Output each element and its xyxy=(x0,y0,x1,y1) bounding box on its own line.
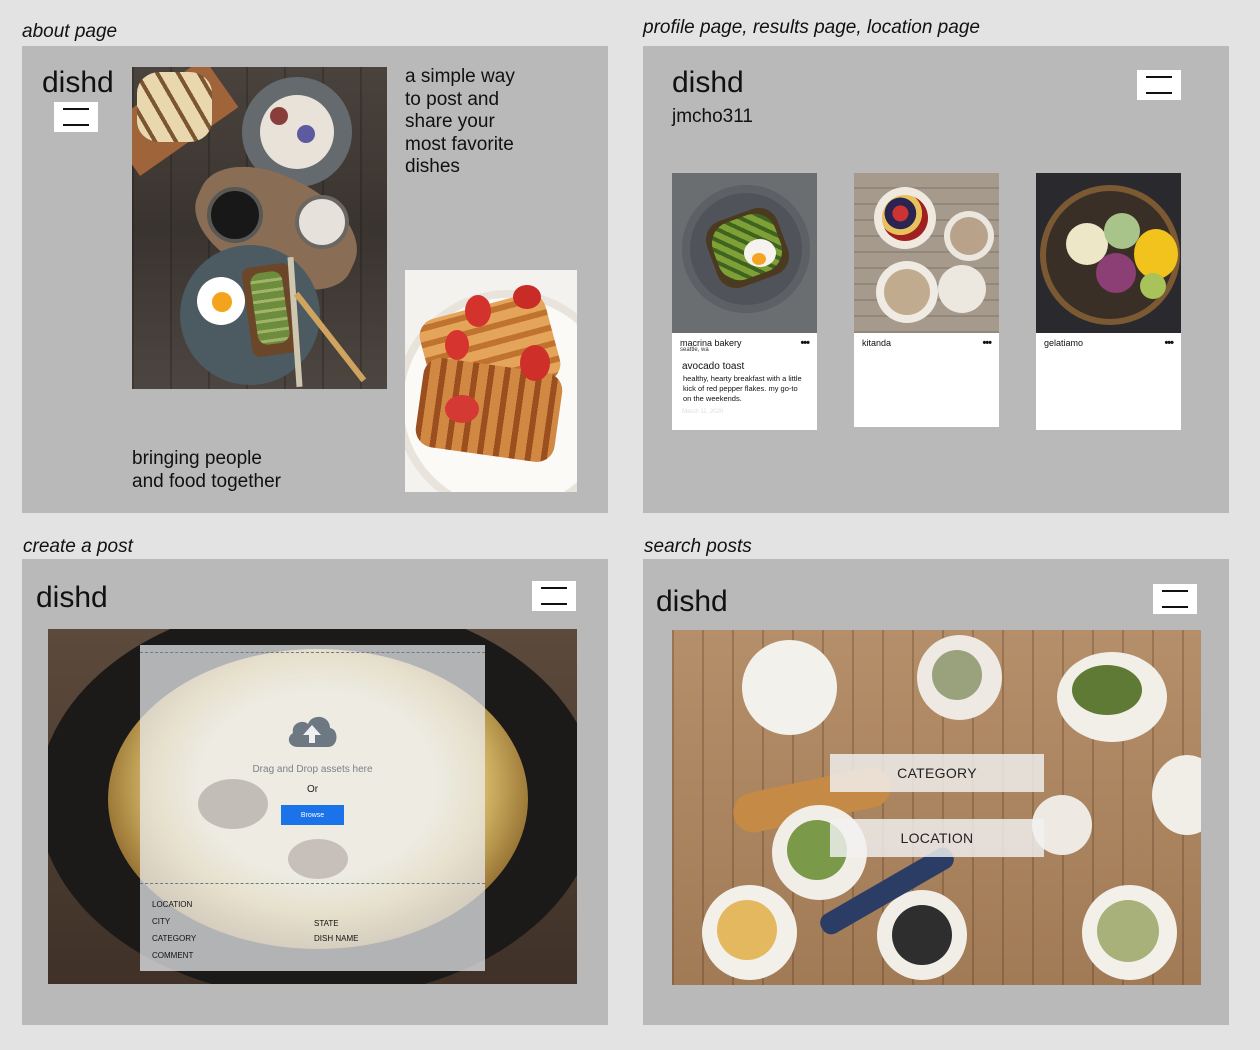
bottom-line: bringing people xyxy=(132,448,262,469)
post-photo xyxy=(1036,173,1181,333)
tagline-line: share your xyxy=(405,111,495,132)
breakfast-photo xyxy=(132,67,387,389)
dinner-table-photo xyxy=(672,630,1201,985)
post-description: healthy, hearty breakfast with a little … xyxy=(683,374,802,403)
hamburger-menu-icon xyxy=(1146,76,1172,94)
menu-button[interactable] xyxy=(1153,584,1197,614)
about-bottom-text: bringing people and food together xyxy=(132,448,281,493)
post-photo xyxy=(672,173,817,333)
location-field[interactable]: LOCATION xyxy=(152,900,192,909)
restaurant-name[interactable]: kitanda xyxy=(862,338,891,348)
hamburger-menu-icon xyxy=(63,108,89,126)
waffle-photo xyxy=(405,270,577,492)
comment-field[interactable]: COMMENT xyxy=(152,951,193,960)
dish-name-field[interactable]: DISH NAME xyxy=(314,934,358,943)
more-dots-icon[interactable]: ••• xyxy=(800,337,810,349)
post-card[interactable]: gelatiamo ••• xyxy=(1036,173,1181,430)
menu-button[interactable] xyxy=(532,581,576,611)
post-card[interactable]: kitanda ••• xyxy=(854,173,999,427)
more-dots-icon[interactable]: ••• xyxy=(982,337,992,349)
hamburger-menu-icon xyxy=(1162,590,1188,608)
profile-page-panel: dishd jmcho311 macrina bakery seattle, w… xyxy=(643,46,1229,513)
about-tagline: a simple way to post and share your most… xyxy=(405,66,515,179)
post-photo xyxy=(854,173,999,333)
browse-button[interactable]: Browse xyxy=(281,805,344,825)
hamburger-menu-icon xyxy=(541,587,567,605)
bottom-line: and food together xyxy=(132,470,281,492)
search-page-panel: dishd CATEGORY LOCATION xyxy=(643,559,1229,1025)
tagline-line: to post and xyxy=(405,88,500,110)
app-logo[interactable]: dishd xyxy=(42,66,114,100)
upload-form: Drag and Drop assets here Or Browse LOCA… xyxy=(140,645,485,971)
state-field[interactable]: STATE xyxy=(314,919,339,928)
menu-button[interactable] xyxy=(1137,70,1181,100)
username: jmcho311 xyxy=(672,106,753,127)
category-field[interactable]: CATEGORY xyxy=(152,934,196,943)
app-logo[interactable]: dishd xyxy=(36,581,108,615)
dish-name: avocado toast xyxy=(682,361,745,372)
about-page-panel: dishd a simple way to post and share you… xyxy=(22,46,608,513)
create-section-label: create a post xyxy=(23,536,133,557)
or-text: Or xyxy=(306,784,319,795)
drop-zone-bottom-border xyxy=(140,883,485,884)
restaurant-name[interactable]: gelatiamo xyxy=(1044,338,1083,348)
app-logo[interactable]: dishd xyxy=(656,585,728,619)
tagline-line: most favorite xyxy=(405,133,514,155)
about-section-label: about page xyxy=(22,21,118,42)
restaurant-city: seattle, wa xyxy=(680,347,709,353)
profile-section-label: profile page, results page, location pag… xyxy=(643,17,980,38)
tagline-line: dishes xyxy=(405,156,460,177)
post-card[interactable]: macrina bakery seattle, wa ••• avocado t… xyxy=(672,173,817,430)
more-dots-icon[interactable]: ••• xyxy=(1164,337,1174,349)
category-search-button[interactable]: CATEGORY xyxy=(830,754,1044,792)
search-section-label: search posts xyxy=(644,536,752,557)
post-date: March 11, 2020 xyxy=(682,409,724,415)
drag-drop-text: Drag and Drop assets here xyxy=(252,764,373,775)
cloud-upload-icon[interactable] xyxy=(284,711,340,751)
drop-zone-top-border xyxy=(140,652,485,653)
location-search-button[interactable]: LOCATION xyxy=(830,819,1044,857)
city-field[interactable]: CITY xyxy=(152,917,170,926)
app-logo[interactable]: dishd xyxy=(672,66,744,100)
tagline-line: a simple way xyxy=(405,66,515,87)
create-post-panel: dishd Drag and Drop assets here Or Brows… xyxy=(22,559,608,1025)
menu-button[interactable] xyxy=(54,102,98,132)
